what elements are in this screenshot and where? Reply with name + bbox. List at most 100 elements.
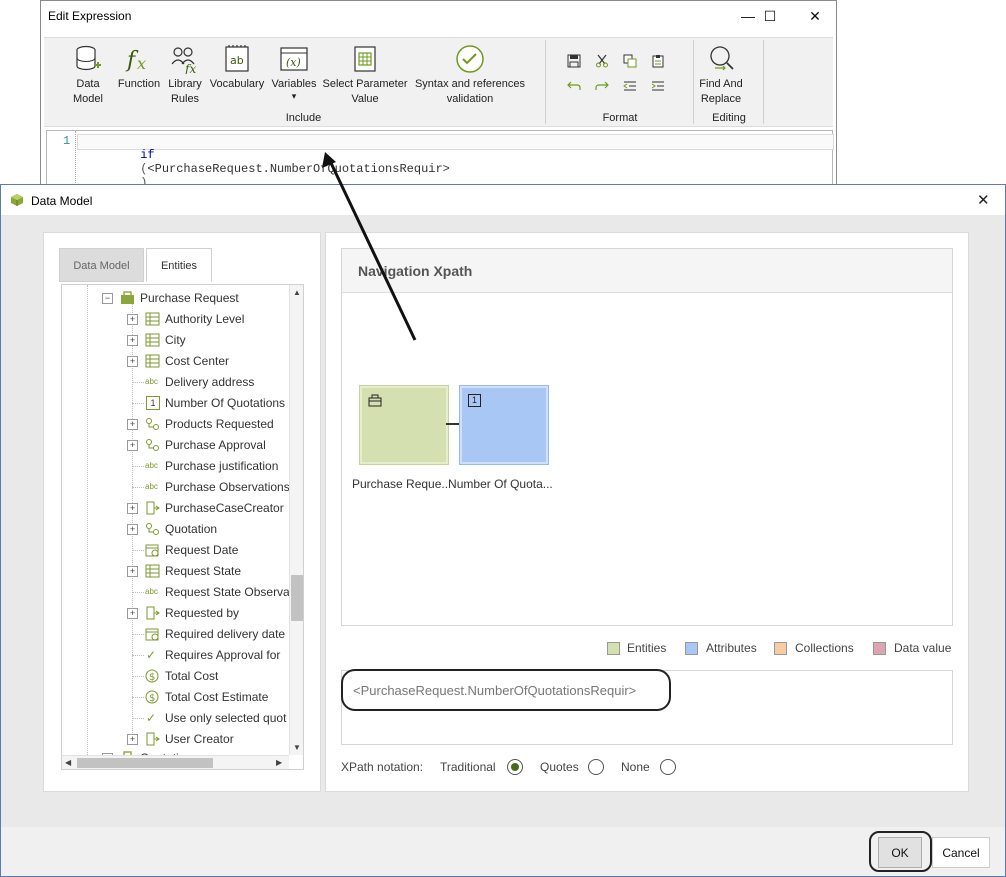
notation-quotes-radio[interactable] xyxy=(588,759,604,775)
tree-item-authority-level[interactable]: + Authority Level xyxy=(62,309,289,329)
node-path-label: Purchase Reque..Number Of Quota... xyxy=(352,477,553,491)
scroll-left-arrow[interactable]: ◀ xyxy=(65,758,71,767)
tree-label: City xyxy=(165,333,186,347)
tree-connector xyxy=(132,634,144,635)
tree-item-total-cost[interactable]: $ Total Cost xyxy=(62,666,289,686)
save-icon[interactable] xyxy=(564,51,584,71)
tree-item-request-state[interactable]: + Request State xyxy=(62,561,289,581)
redo-icon[interactable] xyxy=(592,76,612,96)
edit-expression-window: Edit Expression — ☐ ✕ Data Model f x Fun… xyxy=(40,0,837,191)
library-rules-button[interactable]: fx Library Rules xyxy=(164,42,206,107)
select-parameter-value-button[interactable]: Select Parameter Value xyxy=(322,42,408,107)
undo-icon[interactable] xyxy=(564,76,584,96)
vertical-scrollbar[interactable]: ▲ ▼ xyxy=(289,285,303,755)
tree-item-delivery-address[interactable]: abc Delivery address xyxy=(62,372,289,392)
tree-label: Requires Approval for xyxy=(165,648,281,662)
find-and-replace-button[interactable]: Find And Replace xyxy=(695,42,747,107)
horizontal-scrollbar[interactable]: ◀ ▶ xyxy=(62,755,289,769)
data-model-dialog: Data Model ✕ Data Model Entities − Purch… xyxy=(0,184,1006,877)
tree-item-user-creator[interactable]: + User Creator xyxy=(62,729,289,749)
expand-toggle[interactable]: + xyxy=(127,503,138,514)
collapse-toggle[interactable]: − xyxy=(102,293,113,304)
indent-icon[interactable] xyxy=(648,76,668,96)
tree-item-total-cost-estimate[interactable]: $ Total Cost Estimate xyxy=(62,687,289,707)
tree-label: Requested by xyxy=(165,606,240,620)
expand-toggle[interactable]: + xyxy=(127,608,138,619)
chevron-down-icon[interactable]: ▾ xyxy=(268,92,320,101)
data-model-button[interactable]: Data Model xyxy=(62,42,114,107)
tree-item-products-requested[interactable]: + Products Requested xyxy=(62,414,289,434)
notation-traditional-label: Traditional xyxy=(440,760,496,774)
legend-swatch-entities xyxy=(607,642,620,655)
tree-node-purchase-request[interactable]: − Purchase Request xyxy=(62,288,289,308)
entity-tree[interactable]: − Purchase Request + Authority Level + C… xyxy=(61,284,304,770)
copy-icon[interactable] xyxy=(620,51,640,71)
tree-item-purchase-approval[interactable]: + Purchase Approval xyxy=(62,435,289,455)
vocabulary-button[interactable]: ab Vocabulary xyxy=(206,42,268,92)
expand-toggle[interactable]: + xyxy=(127,524,138,535)
expand-toggle[interactable]: + xyxy=(127,314,138,325)
dialog-close-button[interactable]: ✕ xyxy=(977,191,990,209)
tree-item-request-state-observations[interactable]: abc Request State Observa xyxy=(62,582,290,602)
legend-label-entities: Entities xyxy=(627,641,667,655)
expand-toggle[interactable]: + xyxy=(127,734,138,745)
function-button[interactable]: f x Function xyxy=(114,42,164,92)
notation-traditional-radio[interactable] xyxy=(507,759,523,775)
table-icon xyxy=(145,312,160,326)
tree-item-required-delivery-date[interactable]: Required delivery date xyxy=(62,624,289,644)
cut-icon[interactable] xyxy=(592,51,612,71)
tree-item-request-date[interactable]: Request Date xyxy=(62,540,289,560)
tree-connector xyxy=(132,697,144,698)
window-title: Edit Expression xyxy=(48,9,132,23)
tree-item-number-of-quotations[interactable]: 1 Number Of Quotations xyxy=(62,393,289,413)
tree-item-purchase-justification[interactable]: abc Purchase justification xyxy=(62,456,289,476)
scroll-up-arrow[interactable]: ▲ xyxy=(293,288,301,297)
currency-icon: $ xyxy=(145,690,159,704)
horizontal-scroll-thumb[interactable] xyxy=(77,758,213,768)
tree-item-requested-by[interactable]: + Requested by xyxy=(62,603,289,623)
expand-toggle[interactable]: + xyxy=(127,356,138,367)
ribbon-separator xyxy=(763,40,764,124)
tree-item-use-only-selected[interactable]: ✓ Use only selected quot xyxy=(62,708,289,728)
notation-none-radio[interactable] xyxy=(660,759,676,775)
library-rules-label: Library Rules xyxy=(168,78,202,105)
briefcase-icon xyxy=(368,394,382,407)
tree-item-purchase-observations[interactable]: abc Purchase Observations xyxy=(62,477,290,497)
cancel-button[interactable]: Cancel xyxy=(932,837,990,868)
tree-label: Use only selected quot xyxy=(165,711,287,725)
tree-connector xyxy=(132,382,144,383)
tree-item-quotation[interactable]: + Quotation xyxy=(62,519,289,539)
outdent-icon[interactable] xyxy=(620,76,640,96)
function-label: Function xyxy=(117,78,161,90)
text-attribute-icon: abc xyxy=(145,587,158,596)
vertical-scroll-thumb[interactable] xyxy=(291,575,303,621)
expand-toggle[interactable]: + xyxy=(127,419,138,430)
tree-connector xyxy=(132,550,144,551)
attribute-node[interactable]: 1 xyxy=(460,386,548,464)
expression-editor[interactable]: 1 if (<PurchaseRequest.NumberOfQuotation… xyxy=(46,130,834,191)
close-button[interactable]: ✕ xyxy=(793,1,837,31)
tree-connector xyxy=(132,466,144,467)
scroll-down-arrow[interactable]: ▼ xyxy=(293,743,301,752)
tree-label: Request State xyxy=(165,564,242,578)
expand-toggle[interactable]: + xyxy=(127,440,138,451)
tree-item-cost-center[interactable]: + Cost Center xyxy=(62,351,289,371)
expand-toggle[interactable]: + xyxy=(127,335,138,346)
tab-data-model[interactable]: Data Model xyxy=(59,248,144,282)
expand-toggle[interactable]: + xyxy=(127,566,138,577)
tree-item-requires-approval[interactable]: ✓ Requires Approval for xyxy=(62,645,289,665)
paste-icon[interactable] xyxy=(648,51,668,71)
tree-item-city[interactable]: + City xyxy=(62,330,289,350)
variables-button[interactable]: (x) Variables ▾ xyxy=(268,42,320,101)
vocabulary-icon: ab xyxy=(225,45,249,72)
tree-item-purchase-case-creator[interactable]: + PurchaseCaseCreator xyxy=(62,498,289,518)
scroll-right-arrow[interactable]: ▶ xyxy=(276,758,282,767)
code-token[interactable]: <PurchaseRequest.NumberOfQuotationsRequi… xyxy=(147,162,449,176)
gutter-line xyxy=(75,131,76,191)
entity-node[interactable] xyxy=(360,386,448,464)
tab-entities[interactable]: Entities xyxy=(146,248,212,282)
syntax-validation-button[interactable]: Syntax and references validation xyxy=(410,42,530,107)
tree-label: Cost Center xyxy=(165,354,230,368)
maximize-button[interactable]: ☐ xyxy=(748,1,792,31)
ok-highlight-callout xyxy=(869,831,932,872)
